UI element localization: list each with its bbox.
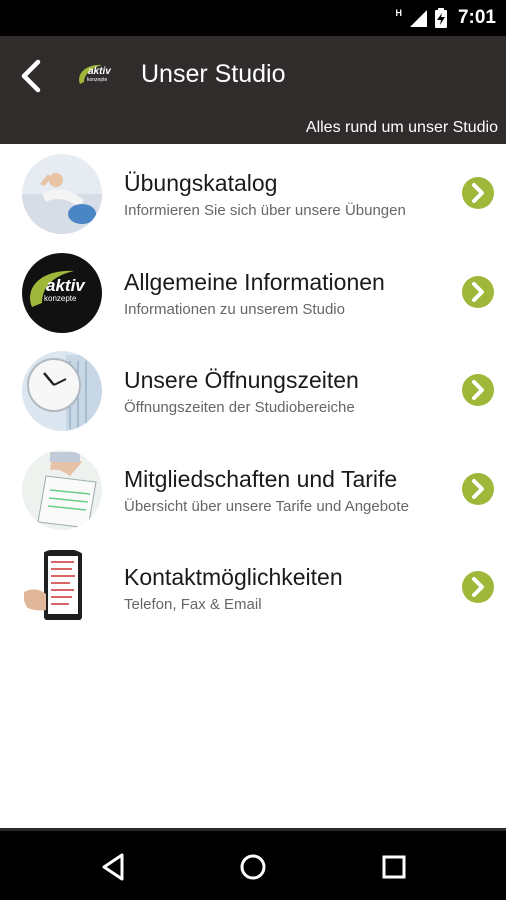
circle-home-icon — [240, 854, 266, 880]
menu-item-title: Kontaktmöglichkeiten — [124, 564, 343, 590]
svg-text:konzepte: konzepte — [87, 77, 108, 83]
aktiv-konzepte-logo-icon: aktiv konzepte — [79, 64, 112, 84]
svg-text:aktiv: aktiv — [46, 276, 86, 295]
menu-item-kontaktmoeglichkeiten[interactable]: Kontaktmöglichkeiten Telefon, Fax & Emai… — [0, 538, 506, 637]
svg-text:konzepte: konzepte — [44, 294, 77, 303]
status-bar: H 7:01 — [0, 0, 506, 36]
contract-photo-icon — [22, 449, 102, 530]
chevron-right-icon — [462, 374, 494, 406]
page-subtitle: Alles rund um unser Studio — [305, 119, 498, 136]
menu-item-subtitle: Informieren Sie sich über unsere Übungen — [124, 202, 406, 219]
app-logo: aktiv konzepte — [74, 60, 130, 90]
svg-text:aktiv: aktiv — [88, 66, 112, 77]
clock: 7:01 — [457, 7, 496, 28]
page-title: Unser Studio — [141, 60, 286, 88]
menu-item-subtitle: Informationen zu unserem Studio — [124, 300, 345, 318]
nav-recents-button[interactable] — [376, 849, 412, 885]
menu-item-mitgliedschaften[interactable]: Mitgliedschaften und Tarife Übersicht üb… — [0, 440, 506, 539]
chevron-right-icon — [462, 571, 494, 603]
menu-item-title: Allgemeine Informationen — [124, 268, 385, 295]
app-bar: aktiv konzepte Unser Studio Alles rund u… — [0, 36, 506, 144]
fitness-photo-icon — [22, 154, 102, 234]
aktiv-konzepte-logo-icon: aktiv konzepte — [22, 252, 102, 333]
menu-item-title: Mitgliedschaften und Tarife — [124, 465, 398, 492]
chevron-right-icon — [462, 472, 494, 505]
menu-item-title: Unsere Öffnungszeiten — [124, 367, 359, 393]
chevron-right-icon — [462, 275, 494, 308]
menu-item-uebungskatalog[interactable]: Übungskatalog Informieren Sie sich über … — [0, 144, 506, 243]
back-button[interactable] — [14, 54, 50, 98]
menu-item-title: Übungskatalog — [124, 170, 278, 196]
system-navigation-bar — [0, 828, 506, 900]
triangle-back-icon — [102, 853, 124, 881]
menu-item-oeffnungszeiten[interactable]: Unsere Öffnungszeiten Öffnungszeiten der… — [0, 341, 506, 440]
menu-item-subtitle: Telefon, Fax & Email — [124, 596, 262, 613]
square-recents-icon — [382, 855, 406, 879]
nav-home-button[interactable] — [235, 849, 271, 885]
menu-list: Übungskatalog Informieren Sie sich über … — [0, 144, 506, 637]
back-arrow-icon — [21, 59, 41, 93]
network-type-label: H — [395, 8, 402, 18]
clock-photo-icon — [22, 351, 102, 431]
signal-icon — [409, 10, 427, 27]
menu-item-allgemeine-informationen[interactable]: aktiv konzepte Allgemeine Informationen … — [0, 243, 506, 342]
battery-charging-icon — [434, 8, 447, 28]
chevron-right-icon — [462, 177, 494, 209]
menu-item-subtitle: Übersicht über unsere Tarife und Angebot… — [124, 497, 409, 515]
nav-back-button[interactable] — [96, 849, 132, 885]
contact-phone-photo-icon — [22, 548, 102, 628]
menu-item-subtitle: Öffnungszeiten der Studiobereiche — [124, 399, 355, 416]
